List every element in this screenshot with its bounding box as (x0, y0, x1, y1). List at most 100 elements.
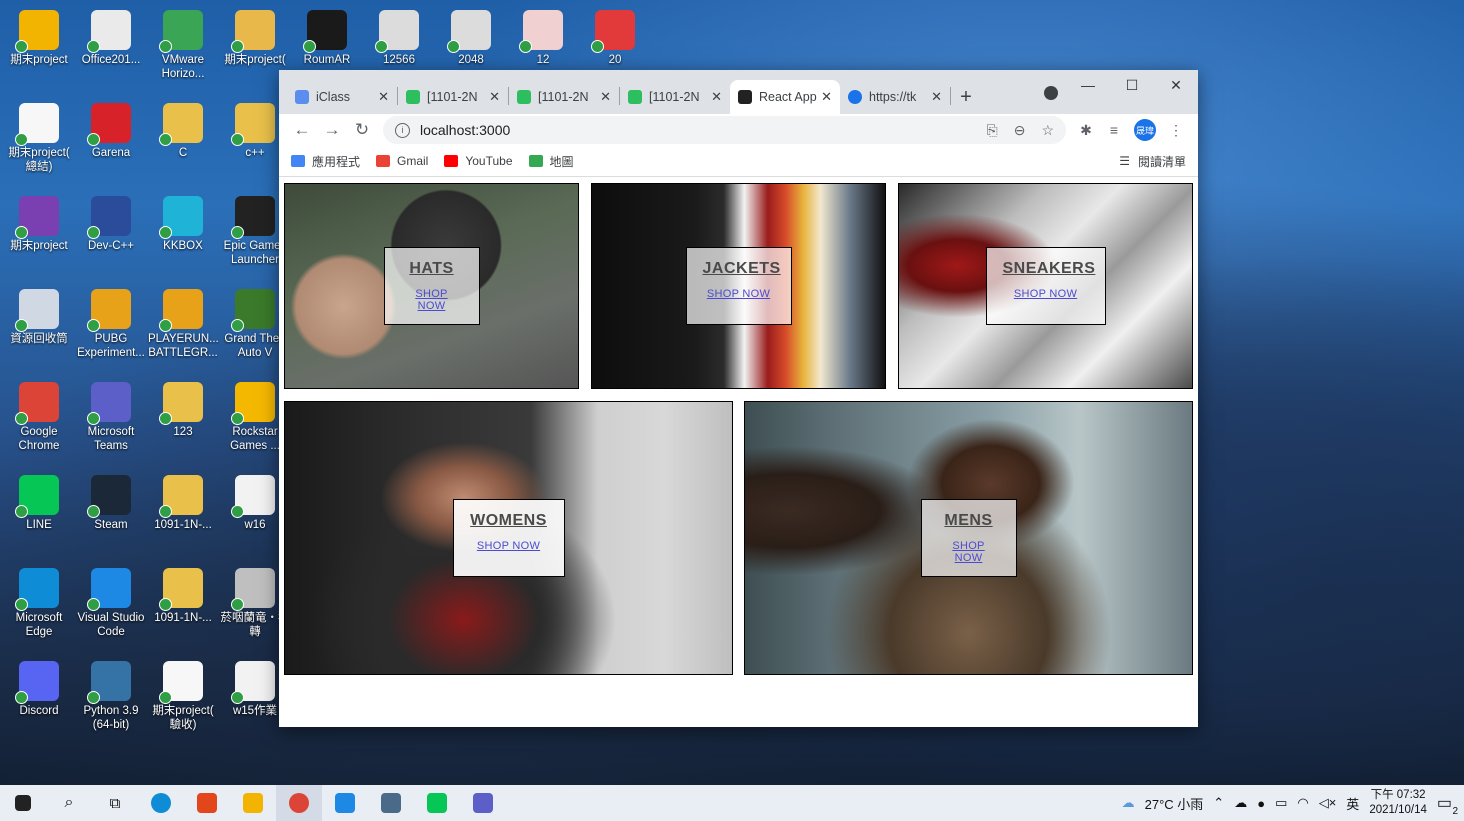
category-title[interactable]: HATS (401, 260, 463, 278)
bookmark-youtube[interactable]: YouTube (444, 154, 513, 168)
desktop-icon[interactable]: Microsoft Teams (76, 382, 146, 453)
desktop-icon[interactable]: VMware Horizo... (148, 10, 218, 81)
category-title[interactable]: SNEAKERS (1003, 260, 1095, 278)
translate-icon[interactable]: ⎘ (987, 122, 998, 139)
shop-now-link[interactable]: SHOP NOW (401, 288, 463, 312)
maximize-icon[interactable]: ☐ (1110, 70, 1154, 100)
category-sneakers[interactable]: SNEAKERS SHOP NOW (898, 183, 1193, 389)
desktop-icon[interactable]: 期末project( 驗收) (148, 661, 218, 732)
category-jackets[interactable]: JACKETS SHOP NOW (591, 183, 886, 389)
desktop-icon[interactable]: PLAYERUN... BATTLEGR... (148, 289, 219, 360)
shop-now-link[interactable]: SHOP NOW (470, 540, 548, 552)
ime-indicator[interactable]: 英 (1346, 794, 1359, 813)
tab-iclass[interactable]: iClass ✕ (287, 80, 397, 114)
tab-1101-a[interactable]: [1101-2N ✕ (398, 80, 508, 114)
close-icon[interactable]: ✕ (378, 89, 389, 105)
volume-icon[interactable]: ◁× (1319, 795, 1337, 811)
category-mens[interactable]: MENS SHOP NOW (744, 401, 1193, 675)
desktop-icon[interactable]: 2048 (436, 10, 506, 67)
tab-1101-b[interactable]: [1101-2N ✕ (509, 80, 619, 114)
tab-react-app[interactable]: React App ✕ (730, 80, 840, 114)
desktop-icon[interactable]: Visual Studio Code (76, 568, 146, 639)
close-icon[interactable]: ✕ (600, 89, 611, 105)
taskbar-chrome[interactable] (276, 785, 322, 821)
taskbar-office[interactable] (184, 785, 230, 821)
forward-icon[interactable]: → (317, 120, 347, 140)
notification-icon[interactable]: ▭ 2 (1437, 793, 1458, 817)
start-button[interactable] (0, 785, 46, 821)
category-title[interactable]: MENS (938, 512, 1000, 530)
taskbar-vscode[interactable] (322, 785, 368, 821)
bookmark-maps[interactable]: 地圖 (528, 153, 574, 170)
media-icon[interactable]: ≡ (1100, 122, 1128, 138)
desktop-icon[interactable]: PUBG Experiment... (76, 289, 146, 360)
weather-text[interactable]: 27°C 小雨 (1145, 794, 1204, 813)
shop-now-link[interactable]: SHOP NOW (1003, 288, 1089, 300)
search-button[interactable]: ⌕ (46, 785, 92, 821)
battery-icon[interactable]: ▭ (1275, 795, 1287, 811)
close-icon[interactable]: ✕ (821, 89, 832, 105)
desktop-icon[interactable]: Discord (4, 661, 74, 718)
desktop-icon[interactable]: Steam (76, 475, 146, 532)
reload-icon[interactable]: ↻ (347, 120, 377, 140)
taskbar-teams[interactable] (460, 785, 506, 821)
desktop-icon[interactable]: 期末project (4, 10, 74, 67)
tab-search-icon[interactable] (1044, 86, 1058, 100)
category-hats[interactable]: HATS SHOP NOW (284, 183, 579, 389)
category-womens[interactable]: WOMENS SHOP NOW (284, 401, 733, 675)
desktop-icon[interactable]: RoumAR (292, 10, 362, 67)
shop-now-link[interactable]: SHOP NOW (938, 540, 1000, 564)
back-icon[interactable]: ← (287, 120, 317, 140)
avatar[interactable]: 晟瑋 (1134, 119, 1156, 141)
chevron-up-icon[interactable]: ⌃ (1213, 795, 1224, 811)
desktop-icon[interactable]: 期末project (4, 196, 74, 253)
desktop-icon[interactable]: Python 3.9 (64-bit) (76, 661, 146, 732)
bookmark-gmail[interactable]: Gmail (376, 154, 428, 168)
desktop-icon[interactable]: 期末project( 總結) (4, 103, 74, 174)
desktop-icon[interactable]: 12 (508, 10, 578, 67)
taskbar-line[interactable] (414, 785, 460, 821)
desktop-icon[interactable]: 資源回收筒 (4, 289, 74, 346)
close-icon[interactable]: ✕ (489, 89, 500, 105)
bookmark-star-icon[interactable]: ☆ (1041, 122, 1054, 139)
desktop-icon[interactable]: C (148, 103, 218, 160)
close-icon[interactable]: ✕ (931, 89, 942, 105)
taskbar-app[interactable] (368, 785, 414, 821)
category-title[interactable]: WOMENS (470, 512, 548, 530)
clock[interactable]: 下午 07:32 2021/10/14 (1369, 788, 1427, 818)
desktop-icon[interactable]: Microsoft Edge (4, 568, 74, 639)
close-window-icon[interactable]: ✕ (1154, 70, 1198, 100)
taskbar-edge[interactable] (138, 785, 184, 821)
new-tab-button[interactable]: + (951, 80, 981, 114)
desktop-icon[interactable]: 1091-1N-... (148, 568, 218, 625)
desktop-icon[interactable]: 20 (580, 10, 650, 67)
extensions-icon[interactable]: ✱ (1072, 122, 1100, 139)
cloud-icon[interactable]: ☁ (1234, 795, 1247, 811)
desktop-icon[interactable]: 123 (148, 382, 218, 439)
desktop-icon[interactable]: Dev-C++ (76, 196, 146, 253)
reading-list-button[interactable]: ☰ 閱讀清單 (1119, 153, 1186, 170)
minimize-icon[interactable]: — (1066, 70, 1110, 100)
shop-now-link[interactable]: SHOP NOW (703, 288, 775, 300)
tab-1101-c[interactable]: [1101-2N ✕ (620, 80, 730, 114)
desktop-icon[interactable]: 12566 (364, 10, 434, 67)
taskbar-explorer[interactable] (230, 785, 276, 821)
menu-icon[interactable]: ⋮ (1162, 122, 1190, 139)
address-bar[interactable]: i localhost:3000 ⎘ ⊖ ☆ (383, 116, 1066, 144)
desktop-icon[interactable]: LINE (4, 475, 74, 532)
site-info-icon[interactable]: i (395, 122, 410, 138)
tab-https[interactable]: https://tk ✕ (840, 80, 950, 114)
bookmark-apps[interactable]: 應用程式 (291, 153, 360, 170)
desktop-icon[interactable]: 1091-1N-... (148, 475, 218, 532)
desktop-icon[interactable]: Office201... (76, 10, 146, 67)
desktop-icon[interactable]: KKBOX (148, 196, 218, 253)
category-title[interactable]: JACKETS (703, 260, 781, 278)
desktop-icon[interactable]: Google Chrome (4, 382, 74, 453)
wifi-icon[interactable]: ◠ (1297, 795, 1308, 811)
task-view-button[interactable]: ⧉ (92, 785, 138, 821)
zoom-icon[interactable]: ⊖ (1014, 122, 1026, 139)
desktop-icon[interactable]: Garena (76, 103, 146, 160)
mic-icon[interactable]: ● (1257, 796, 1265, 811)
close-icon[interactable]: ✕ (711, 89, 722, 105)
desktop-icon[interactable]: 期末project( (220, 10, 290, 67)
